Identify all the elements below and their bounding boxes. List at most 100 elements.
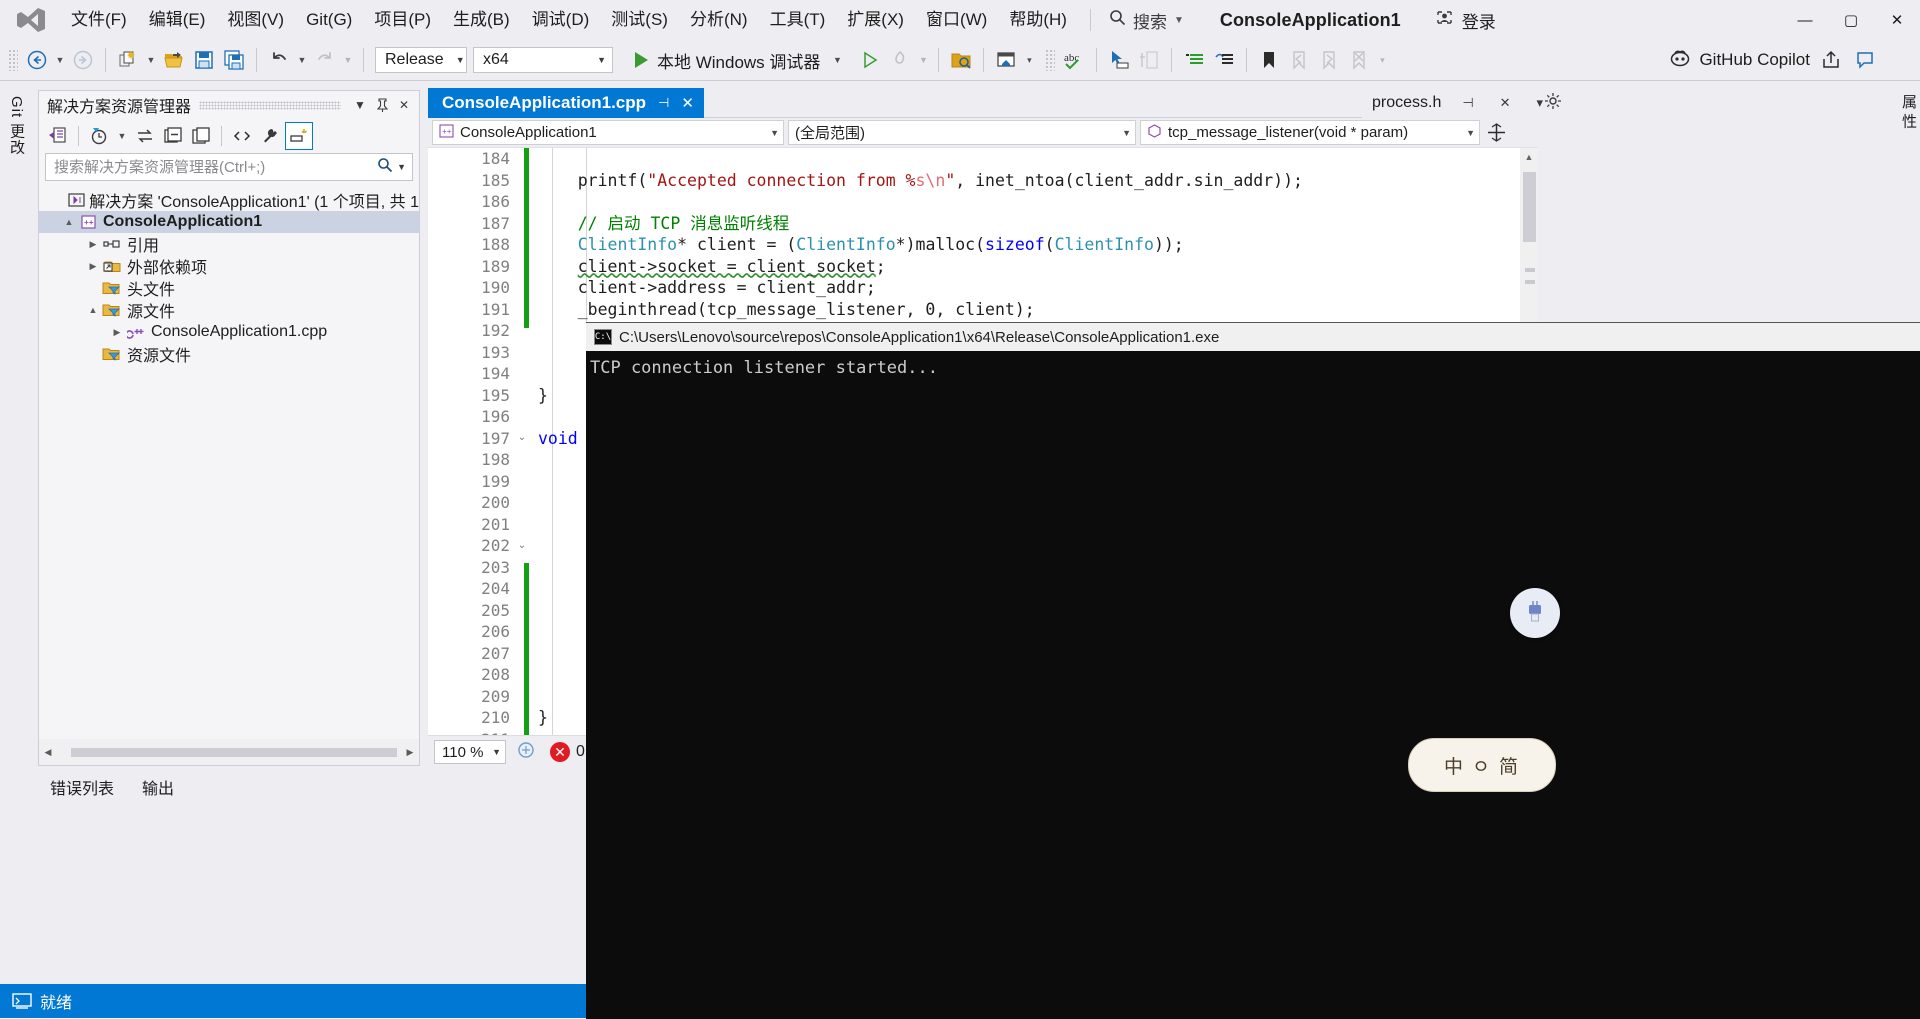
scroll-left-icon[interactable]: ◀ bbox=[39, 743, 57, 761]
maximize-button[interactable]: ▢ bbox=[1828, 0, 1874, 40]
tree-item-header-files[interactable]: 头文件 bbox=[39, 277, 419, 299]
properties-icon[interactable] bbox=[257, 123, 283, 149]
close-tab-icon[interactable]: ✕ bbox=[1495, 95, 1516, 111]
chevron-down-icon[interactable]: ▼ bbox=[1174, 15, 1184, 26]
scroll-right-icon[interactable]: ▶ bbox=[401, 743, 419, 761]
toolbar-overflow-icon[interactable]: ▾ bbox=[1374, 45, 1390, 75]
pending-changes-filter-icon[interactable] bbox=[86, 123, 112, 149]
view-in-hierarchy-icon[interactable] bbox=[1134, 45, 1164, 75]
start-without-debugging-icon[interactable] bbox=[855, 45, 885, 75]
undo-dropdown-icon[interactable]: ▼ bbox=[294, 45, 310, 75]
editor-settings-icon[interactable] bbox=[1540, 88, 1566, 114]
menu-item-help[interactable]: 帮助(H) bbox=[998, 6, 1078, 34]
open-file-icon[interactable] bbox=[159, 45, 189, 75]
new-project-dropdown-icon[interactable]: ▼ bbox=[143, 45, 159, 75]
solution-configuration-dropdown[interactable]: Release ▼ bbox=[375, 47, 467, 73]
zoom-level-dropdown[interactable]: 110 % ▼ bbox=[434, 740, 506, 764]
tree-item-external-dependencies[interactable]: ▶ 外部依赖项 bbox=[39, 255, 419, 277]
split-editor-icon[interactable] bbox=[1484, 120, 1508, 145]
sign-in-button[interactable]: 登录 bbox=[1435, 8, 1496, 33]
scrollbar-thumb[interactable] bbox=[1523, 172, 1536, 242]
panel-menu-icon[interactable]: ▼ bbox=[349, 93, 371, 117]
pin-tab-icon[interactable]: ⊣ bbox=[658, 95, 669, 111]
menu-item-tools[interactable]: 工具(T) bbox=[759, 6, 837, 34]
undo-icon[interactable] bbox=[264, 45, 294, 75]
preview-tab-process-h[interactable]: process.h ⊣ ✕ ▾ bbox=[1362, 88, 1554, 118]
redo-dropdown-icon[interactable]: ▼ bbox=[340, 45, 356, 75]
close-tab-icon[interactable]: ✕ bbox=[681, 94, 694, 112]
tree-item-source-files[interactable]: ▲ 源文件 bbox=[39, 299, 419, 321]
nav-project-dropdown[interactable]: ++ ConsoleApplication1 ▼ bbox=[432, 120, 784, 145]
clear-bookmarks-icon[interactable] bbox=[1344, 45, 1374, 75]
new-project-icon[interactable] bbox=[113, 45, 143, 75]
feedback-icon[interactable] bbox=[1850, 45, 1880, 75]
close-panel-icon[interactable]: ✕ bbox=[393, 93, 415, 117]
toolbar-grip-2[interactable] bbox=[1045, 49, 1056, 71]
sync-with-active-document-icon[interactable] bbox=[132, 123, 158, 149]
show-all-files-icon[interactable] bbox=[188, 123, 214, 149]
usb-eject-widget[interactable] bbox=[1510, 588, 1560, 638]
tab-error-list[interactable]: 错误列表 bbox=[46, 772, 118, 802]
ime-status-widget[interactable]: 中 ㅇ 简 bbox=[1408, 738, 1556, 792]
expander-icon[interactable]: ▲ bbox=[61, 217, 77, 227]
menu-item-project[interactable]: 项目(P) bbox=[363, 6, 442, 34]
view-code-icon[interactable] bbox=[229, 123, 255, 149]
tree-item-project[interactable]: ▲ ++ ConsoleApplication1 bbox=[39, 211, 419, 233]
menu-item-edit[interactable]: 编辑(E) bbox=[138, 6, 217, 34]
menu-item-window[interactable]: 窗口(W) bbox=[915, 6, 998, 34]
console-window[interactable]: C:\ C:\Users\Lenovo\source\repos\Console… bbox=[586, 322, 1920, 1019]
expander-icon[interactable]: ▶ bbox=[85, 261, 101, 272]
scrollbar-thumb[interactable] bbox=[71, 748, 397, 757]
redo-icon[interactable] bbox=[310, 45, 340, 75]
save-all-icon[interactable] bbox=[219, 45, 249, 75]
nav-member-dropdown[interactable]: tcp_message_listener(void * param) ▼ bbox=[1140, 120, 1480, 145]
properties-dock-label[interactable]: 属 性 bbox=[1894, 88, 1920, 134]
tree-item-references[interactable]: ▶ 引用 bbox=[39, 233, 419, 255]
git-changes-dock-label[interactable]: Git 更改 bbox=[0, 88, 33, 163]
save-icon[interactable] bbox=[189, 45, 219, 75]
expander-icon[interactable]: ▶ bbox=[85, 239, 101, 250]
spellcheck-icon[interactable]: abc bbox=[1059, 45, 1089, 75]
share-icon[interactable] bbox=[1816, 45, 1846, 75]
menu-item-analyze[interactable]: 分析(N) bbox=[679, 6, 759, 34]
open-folder-icon[interactable] bbox=[946, 45, 976, 75]
global-search[interactable]: 搜索 ▼ bbox=[1103, 5, 1190, 36]
console-title-bar[interactable]: C:\ C:\Users\Lenovo\source\repos\Console… bbox=[586, 323, 1920, 351]
solution-platform-dropdown[interactable]: x64 ▼ bbox=[473, 47, 613, 73]
menu-item-build[interactable]: 生成(B) bbox=[442, 6, 521, 34]
next-bookmark-icon[interactable] bbox=[1314, 45, 1344, 75]
console-output[interactable]: TCP connection listener started... bbox=[586, 351, 1920, 1019]
chevron-down-icon[interactable]: ▼ bbox=[829, 45, 845, 75]
tab-consoleapplication1-cpp[interactable]: ConsoleApplication1.cpp ⊣ ✕ bbox=[428, 88, 704, 118]
menu-item-extensions[interactable]: 扩展(X) bbox=[836, 6, 915, 34]
close-button[interactable]: ✕ bbox=[1874, 0, 1920, 40]
hot-reload-dropdown-icon[interactable]: ▼ bbox=[915, 45, 931, 75]
menu-item-test[interactable]: 测试(S) bbox=[600, 6, 679, 34]
search-input[interactable] bbox=[52, 157, 378, 177]
tab-output[interactable]: 输出 bbox=[138, 772, 178, 802]
solution-explorer-search[interactable]: ▼ bbox=[45, 153, 413, 181]
pin-icon[interactable] bbox=[371, 93, 393, 117]
collapse-all-icon[interactable] bbox=[160, 123, 186, 149]
github-copilot-button[interactable]: GitHub Copilot bbox=[1669, 47, 1810, 74]
solution-explorer-overflow-icon[interactable]: ▾ bbox=[1021, 45, 1037, 75]
expander-icon[interactable]: ▶ bbox=[109, 327, 125, 338]
hot-reload-icon[interactable] bbox=[885, 45, 915, 75]
pin-tab-icon[interactable]: ⊣ bbox=[1457, 95, 1478, 111]
navigate-forward-icon[interactable] bbox=[68, 45, 98, 75]
menu-item-debug[interactable]: 调试(D) bbox=[521, 6, 601, 34]
scroll-up-icon[interactable]: ▲ bbox=[1520, 148, 1538, 166]
toolbar-grip[interactable] bbox=[8, 49, 18, 71]
previous-bookmark-icon[interactable] bbox=[1284, 45, 1314, 75]
tree-item-resource-files[interactable]: 资源文件 bbox=[39, 343, 419, 365]
fold-expander-icon[interactable]: ⌄ bbox=[516, 427, 528, 449]
preview-selected-items-icon[interactable] bbox=[285, 122, 313, 150]
scrollbar-track[interactable] bbox=[57, 746, 401, 758]
panel-drag-handle[interactable] bbox=[199, 100, 341, 110]
uncomment-lines-icon[interactable] bbox=[1209, 45, 1239, 75]
tree-item-solution[interactable]: 解决方案 'ConsoleApplication1' (1 个项目, 共 1 bbox=[39, 189, 419, 211]
start-debugging-button[interactable]: 本地 Windows 调试器 ▼ bbox=[625, 45, 855, 75]
filter-dropdown-icon[interactable]: ▼ bbox=[114, 121, 130, 151]
fold-expander-icon[interactable]: ⌄ bbox=[516, 535, 528, 557]
tree-item-cpp-file[interactable]: ▶ ConsoleApplication1.cpp bbox=[39, 321, 419, 343]
